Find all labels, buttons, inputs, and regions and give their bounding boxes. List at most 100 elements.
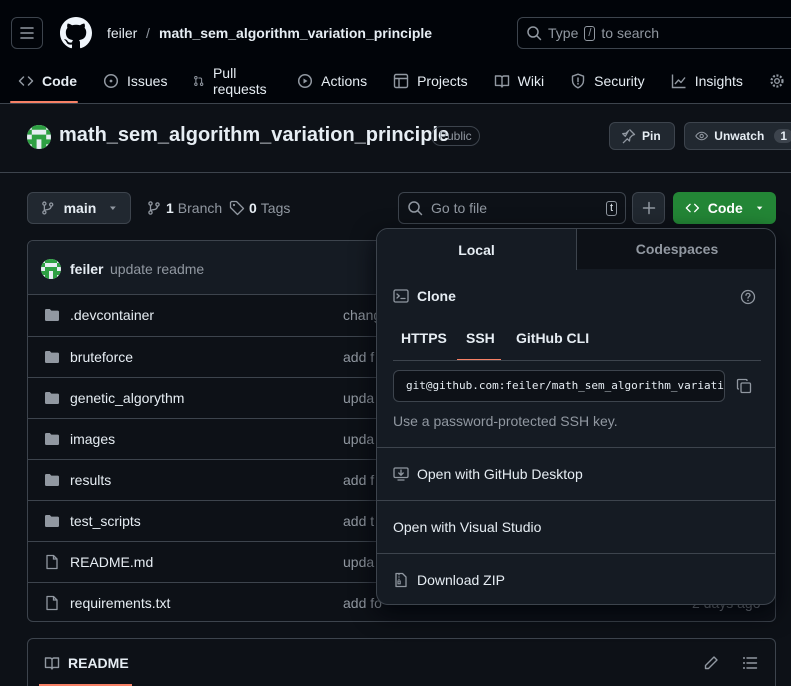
tab-projects[interactable]: Projects [385, 66, 476, 96]
tab-pull-requests[interactable]: Pull requests [185, 65, 279, 97]
clone-heading: Clone [393, 288, 456, 304]
branches-link[interactable]: 1 Branch [146, 200, 222, 216]
download-zip[interactable]: Download ZIP [393, 572, 505, 588]
protocol-tab-ssh[interactable]: SSH [466, 330, 495, 346]
readme-tab[interactable]: README [44, 655, 129, 671]
protocol-tab-github-cli[interactable]: GitHub CLI [516, 330, 589, 346]
breadcrumb-owner[interactable]: feiler [107, 25, 137, 41]
dropdown-divider [377, 500, 775, 501]
file-name[interactable]: bruteforce [70, 349, 133, 365]
caret-down-icon [756, 206, 763, 210]
file-commit-message[interactable]: upda [343, 431, 374, 447]
caret-down-icon [110, 206, 117, 210]
table-icon [393, 73, 409, 89]
terminal-icon [393, 289, 409, 303]
pull-request-icon [194, 76, 204, 86]
tab-insights-label: Insights [694, 73, 743, 89]
protocol-tabs-divider [393, 360, 761, 361]
file-name[interactable]: README.md [70, 554, 153, 570]
file-name[interactable]: results [70, 472, 111, 488]
tab-insights[interactable]: Insights [663, 66, 751, 96]
active-tab-indicator [10, 101, 78, 103]
folder-icon [45, 351, 59, 363]
search-prefix: Type [548, 25, 579, 41]
commit-author[interactable]: feiler [70, 261, 103, 277]
tab-settings[interactable] [761, 66, 791, 96]
file-name[interactable]: test_scripts [70, 513, 141, 529]
file-commit-message[interactable]: upda [343, 554, 374, 570]
add-file-button[interactable] [632, 192, 665, 224]
tab-actions[interactable]: Actions [289, 66, 375, 96]
tab-codespaces[interactable]: Codespaces [577, 229, 775, 269]
pin-button[interactable]: Pin [609, 122, 675, 150]
repo-owner-avatar[interactable] [27, 125, 51, 149]
github-logo-icon[interactable] [60, 17, 92, 49]
file-name[interactable]: requirements.txt [70, 595, 170, 611]
search-icon [408, 201, 423, 216]
folder-icon [45, 433, 59, 445]
file-commit-message[interactable]: add t [343, 513, 374, 529]
dropdown-divider [377, 447, 775, 448]
unwatch-label: Unwatch [714, 129, 765, 143]
pin-label: Pin [642, 129, 661, 143]
code-icon [18, 76, 34, 86]
tag-count: 0 [249, 200, 257, 216]
breadcrumb-repo[interactable]: math_sem_algorithm_variation_principle [159, 25, 432, 41]
plus-icon [642, 201, 655, 215]
eye-icon [695, 131, 709, 141]
pencil-icon[interactable] [703, 655, 719, 671]
open-with-github-desktop[interactable]: Open with GitHub Desktop [393, 466, 583, 482]
go-to-file-input[interactable]: Go to file t [398, 192, 626, 224]
tags-link[interactable]: 0 Tags [229, 200, 290, 216]
file-icon [46, 554, 58, 570]
tab-wiki-label: Wiki [517, 73, 545, 89]
copy-icon[interactable] [736, 378, 752, 394]
tab-wiki[interactable]: Wiki [486, 66, 552, 96]
protocol-tab-https[interactable]: HTTPS [401, 330, 447, 346]
open-with-github-desktop-label: Open with GitHub Desktop [417, 466, 583, 482]
book-icon [494, 75, 509, 88]
tab-local[interactable]: Local [377, 229, 577, 270]
file-name[interactable]: images [70, 431, 115, 447]
go-to-file-shortcut: t [605, 200, 617, 216]
search-input[interactable]: Type / to search [517, 17, 791, 49]
clone-url-input[interactable]: git@github.com:feiler/math_sem_algorithm… [393, 370, 725, 402]
search-shortcut-key: / [584, 25, 596, 41]
top-header: feiler / math_sem_algorithm_variation_pr… [0, 0, 791, 104]
readme-panel: README [27, 638, 776, 686]
tab-issues[interactable]: Issues [95, 66, 175, 96]
tab-pull-requests-label: Pull requests [212, 65, 267, 97]
folder-icon [45, 309, 59, 321]
tab-security[interactable]: Security [562, 66, 653, 96]
unwatch-button[interactable]: Unwatch 1 [684, 122, 791, 150]
file-name[interactable]: .devcontainer [70, 307, 154, 323]
tab-security-label: Security [594, 73, 645, 89]
file-commit-message[interactable]: add f [343, 472, 374, 488]
desktop-download-icon [393, 467, 409, 481]
tag-count-label: Tags [260, 200, 291, 216]
tag-icon [229, 200, 245, 216]
code-icon [685, 203, 700, 213]
folder-icon [45, 515, 59, 527]
visibility-badge: Public [431, 126, 480, 146]
issue-icon [103, 73, 119, 89]
folder-icon [45, 474, 59, 486]
commit-message[interactable]: update readme [110, 261, 204, 277]
list-icon[interactable] [742, 655, 758, 671]
code-button-label: Code [707, 200, 743, 216]
tab-projects-label: Projects [417, 73, 468, 89]
file-name[interactable]: genetic_algorythm [70, 390, 184, 406]
help-icon[interactable] [740, 289, 756, 305]
open-with-visual-studio-label: Open with Visual Studio [393, 519, 542, 535]
file-commit-message[interactable]: add f [343, 349, 374, 365]
tab-code[interactable]: Code [10, 66, 85, 96]
branch-selector[interactable]: main [27, 192, 131, 224]
watch-count: 1 [774, 129, 791, 143]
repo-title[interactable]: math_sem_algorithm_variation_principle [59, 124, 449, 147]
file-commit-message[interactable]: upda [343, 390, 374, 406]
open-with-visual-studio[interactable]: Open with Visual Studio [393, 519, 541, 535]
hamburger-menu-button[interactable] [11, 17, 43, 49]
code-button[interactable]: Code [673, 192, 776, 224]
tab-actions-label: Actions [321, 73, 368, 89]
commit-author-avatar[interactable] [41, 259, 61, 279]
